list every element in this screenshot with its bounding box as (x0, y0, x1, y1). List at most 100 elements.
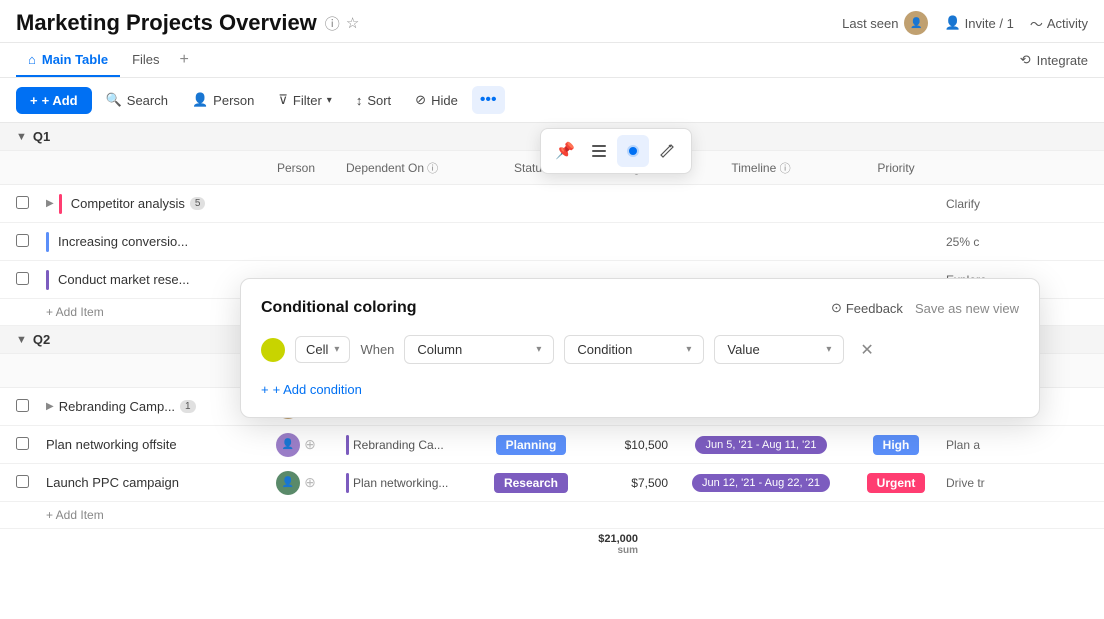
more-icon: ••• (480, 91, 497, 108)
dependent-col: Dependent On ⓘ (346, 160, 476, 176)
filter-arrow: ▾ (327, 95, 332, 106)
edit-button[interactable] (651, 135, 683, 167)
hide-label: Hide (431, 93, 458, 108)
add-condition-button[interactable]: + + Add condition (261, 382, 1019, 397)
info-icon[interactable]: ⓘ (325, 13, 340, 34)
hide-button[interactable]: ⊘ Hide (405, 87, 468, 113)
search-button[interactable]: 🔍 Search (96, 87, 178, 113)
conditional-coloring-popup: Conditional coloring ⊙ Feedback Save as … (240, 278, 1040, 418)
close-condition-button[interactable]: ✕ (854, 338, 879, 362)
row-priority: Urgent (846, 473, 946, 493)
row-checkbox[interactable] (16, 475, 46, 491)
priority-badge: Urgent (867, 473, 926, 493)
value-arrow: ▾ (826, 344, 831, 355)
add-item-label: + Add Item (46, 305, 104, 319)
row-checkbox[interactable] (16, 437, 46, 453)
sum-value: $21,000 (556, 533, 638, 545)
filter-label: Filter (293, 93, 322, 108)
header-right: Last seen 👤 👤 Invite / 1 〜 Activity (842, 11, 1088, 35)
sum-sub: sum (556, 545, 638, 556)
row-name-text: Conduct market rese... (58, 272, 190, 287)
sort-icon: ↕ (356, 93, 363, 108)
row-extra: Plan a (946, 438, 1088, 452)
person-col: Person (246, 161, 346, 175)
sum-budget: $21,000 sum (556, 533, 646, 556)
q2-add-item[interactable]: + Add Item (0, 502, 1104, 529)
expand-icon[interactable]: ▶ (46, 401, 54, 412)
row-name-text: Plan networking offsite (46, 437, 177, 452)
star-icon[interactable]: ☆ (346, 14, 359, 32)
add-person-icon[interactable]: ⊕ (304, 474, 316, 491)
row-name: Increasing conversio... (46, 232, 246, 252)
row-status: Planning (476, 435, 586, 455)
toolbar: + + Add 🔍 Search 👤 Person ⊽ Filter ▾ ↕ S… (0, 78, 1104, 123)
row-name-text: Increasing conversio... (58, 234, 188, 249)
color-dot[interactable] (261, 338, 285, 362)
dep-line (346, 473, 349, 493)
table-row: Launch PPC campaign 👤 ⊕ Plan networking.… (0, 464, 1104, 502)
activity-icon: 〜 (1030, 14, 1043, 33)
row-checkbox[interactable] (16, 196, 46, 212)
priority-badge: High (873, 435, 920, 455)
table-row: Increasing conversio... 25% c (0, 223, 1104, 261)
cc-actions: ⊙ Feedback Save as new view (831, 300, 1019, 316)
sort-button[interactable]: ↕ Sort (346, 88, 401, 113)
integrate-button[interactable]: ⟲ Integrate (1020, 52, 1088, 68)
cell-select[interactable]: Cell ▾ (295, 336, 350, 363)
row-budget: $10,500 (586, 438, 676, 452)
table-row: ▶ Competitor analysis 5 Clarify (0, 185, 1104, 223)
dependent-info-icon[interactable]: ⓘ (427, 160, 438, 176)
row-status: Research (476, 473, 586, 493)
tab-main-table-label: Main Table (42, 52, 108, 67)
row-badge: 1 (180, 400, 196, 413)
filter-button[interactable]: ⊽ Filter ▾ (268, 87, 341, 113)
cell-arrow: ▾ (334, 344, 339, 355)
q1-toggle[interactable]: ▼ (16, 131, 27, 143)
add-person-icon[interactable]: ⊕ (304, 436, 316, 453)
list-view-button[interactable] (583, 135, 615, 167)
priority-col: Priority (846, 161, 946, 175)
activity-button[interactable]: 〜 Activity (1030, 14, 1088, 33)
dep-line (346, 435, 349, 455)
q2-toggle[interactable]: ▼ (16, 334, 27, 346)
person-filter-icon: 👤 (192, 92, 208, 108)
row-name-text: Launch PPC campaign (46, 475, 179, 490)
save-view-button[interactable]: Save as new view (915, 301, 1019, 316)
invite-button[interactable]: 👤 Invite / 1 (944, 15, 1013, 31)
expand-icon[interactable]: ▶ (46, 198, 54, 209)
tab-files[interactable]: Files (120, 44, 171, 77)
more-button[interactable]: ••• (472, 86, 505, 114)
add-tab-button[interactable]: + (172, 43, 197, 77)
feedback-button[interactable]: ⊙ Feedback (831, 300, 903, 316)
cc-condition-row: Cell ▾ When Column ▾ Condition ▾ Value ▾… (261, 335, 1019, 364)
dep-text: Plan networking... (353, 476, 448, 490)
add-condition-icon: + (261, 382, 269, 397)
row-checkbox[interactable] (16, 399, 46, 415)
tab-main-table[interactable]: ⌂ Main Table (16, 44, 120, 77)
row-name: Launch PPC campaign (46, 475, 246, 490)
condition-dropdown[interactable]: Condition ▾ (564, 335, 704, 364)
row-person: 👤 ⊕ (246, 471, 346, 495)
row-extra: Clarify (946, 197, 1088, 211)
add-button[interactable]: + + Add (16, 87, 92, 114)
row-checkbox[interactable] (16, 272, 46, 288)
value-dropdown[interactable]: Value ▾ (714, 335, 844, 364)
row-checkbox[interactable] (16, 234, 46, 250)
pin-button[interactable]: 📌 (549, 135, 581, 167)
table-icon: ⌂ (28, 52, 36, 67)
condition-value: Condition (577, 342, 632, 357)
timeline-info-icon[interactable]: ⓘ (780, 163, 791, 175)
row-name-text: Competitor analysis (71, 196, 185, 211)
row-name: Conduct market rese... (46, 270, 246, 290)
page-title: Marketing Projects Overview (16, 10, 317, 36)
feedback-label: Feedback (846, 301, 903, 316)
color-button[interactable] (617, 135, 649, 167)
top-header: Marketing Projects Overview ⓘ ☆ Last see… (0, 0, 1104, 43)
column-dropdown[interactable]: Column ▾ (404, 335, 554, 364)
activity-label: Activity (1047, 16, 1088, 31)
person-button[interactable]: 👤 Person (182, 87, 264, 113)
row-dependent: Plan networking... (346, 473, 476, 493)
status-badge: Research (494, 473, 568, 493)
row-extra: Drive tr (946, 476, 1088, 490)
feedback-icon: ⊙ (831, 300, 842, 316)
